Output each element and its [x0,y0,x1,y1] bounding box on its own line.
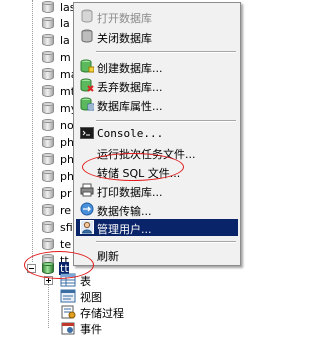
database-label: la [60,17,70,30]
database-label: ph [60,170,74,183]
database-icon [42,136,54,149]
tree-item-views[interactable]: 视图 [60,288,140,304]
tree-item-database[interactable]: re [0,203,74,219]
tree-item-database[interactable]: ph [0,169,74,185]
database-label: la [60,34,70,47]
menu-item-manage-users[interactable]: 管理用户... [76,219,238,236]
menu-separator [96,241,236,243]
tree-item-database[interactable]: la [0,33,74,49]
print-icon [80,183,94,197]
view-icon [60,289,76,303]
database-label: te [60,238,72,251]
database-icon [42,187,54,200]
database-icon [42,153,54,166]
menu-item-label: 打印数据库... [97,186,163,199]
event-icon [61,322,75,335]
menu-item-create-database[interactable]: 创建数据库... [76,58,238,75]
database-icon [42,34,54,47]
database-icon [42,102,54,115]
database-label: ph [60,153,74,166]
tree-item-label: 存储过程 [80,307,124,320]
menu-item-data-transfer[interactable]: 数据传输... [76,201,238,218]
menu-item-label: 数据传输... [97,205,152,218]
database-icon [42,85,54,98]
menu-item-label: 管理用户... [97,223,152,236]
menu-item-console[interactable]: Console... [76,125,238,142]
menu-item-label: 数据库属性... [97,100,163,113]
database-icon [42,51,54,64]
tree-item-database[interactable]: m [0,50,74,66]
tree-item-database[interactable]: ph [0,135,74,151]
database-icon [42,221,54,234]
tree-item-database[interactable]: pr [0,186,74,202]
database-icon [42,119,54,132]
menu-separator [96,120,236,122]
data-transfer-icon [80,202,94,216]
database-icon [42,170,54,183]
database-icon [42,204,54,217]
tree-item-label: 视图 [80,291,102,304]
tree-item-database[interactable]: ph [0,152,74,168]
database-label: re [60,204,72,217]
menu-item-label: Console... [97,127,164,140]
annotation-circle-selected-db [24,251,94,279]
menu-item-refresh[interactable]: 刷新 [76,246,238,263]
menu-item-label: 丢弃数据库... [97,81,163,94]
tree-item-database[interactable]: sfi [0,220,74,236]
context-menu: 打开数据库 关闭数据库 创建数据库... 丢弃数据库... 数据库属性... C… [73,2,241,266]
tree-item-events[interactable]: 事件 [60,320,140,336]
manage-users-icon [80,220,94,234]
database-properties-icon [80,97,94,111]
close-database-icon [81,29,93,43]
database-label: lastnanon3 [60,1,74,14]
menu-item-print-database[interactable]: 打印数据库... [76,182,238,199]
database-icon [42,1,54,14]
menu-item-label: 关闭数据库 [97,32,152,45]
database-label: ph [60,136,74,149]
annotation-circle-dump-sql [82,153,184,181]
tree-item-database[interactable]: my [0,101,77,117]
tree-item-database[interactable]: la [0,16,74,32]
menu-item-drop-database[interactable]: 丢弃数据库... [76,77,238,94]
tree-item-database[interactable]: mt [0,84,75,100]
database-label: no [60,119,74,132]
menu-item-label: 刷新 [97,250,119,263]
menu-item-open-database[interactable]: 打开数据库 [76,8,238,25]
menu-item-label: 打开数据库 [97,12,152,25]
menu-separator [96,51,236,53]
database-icon [42,68,54,81]
database-icon [42,17,54,30]
procedure-icon [61,305,76,319]
menu-item-close-database[interactable]: 关闭数据库 [76,28,238,45]
drop-database-icon [80,78,94,92]
menu-item-database-properties[interactable]: 数据库属性... [76,96,238,113]
tree-item-database[interactable]: no [0,118,74,134]
database-label: m [60,51,71,64]
menu-item-label: 创建数据库... [97,62,163,75]
database-label: sfi [60,221,73,234]
tree-item-database[interactable]: lastnanon3 [0,0,74,16]
console-icon [80,127,94,139]
tree-item-database[interactable]: ma [0,67,77,83]
tree-item-procedures[interactable]: 存储过程 [60,304,150,320]
open-database-icon [81,9,93,23]
create-database-icon [80,59,94,73]
tree-item-label: 事件 [80,323,102,336]
database-icon [42,238,54,251]
database-label: pr [60,187,72,200]
